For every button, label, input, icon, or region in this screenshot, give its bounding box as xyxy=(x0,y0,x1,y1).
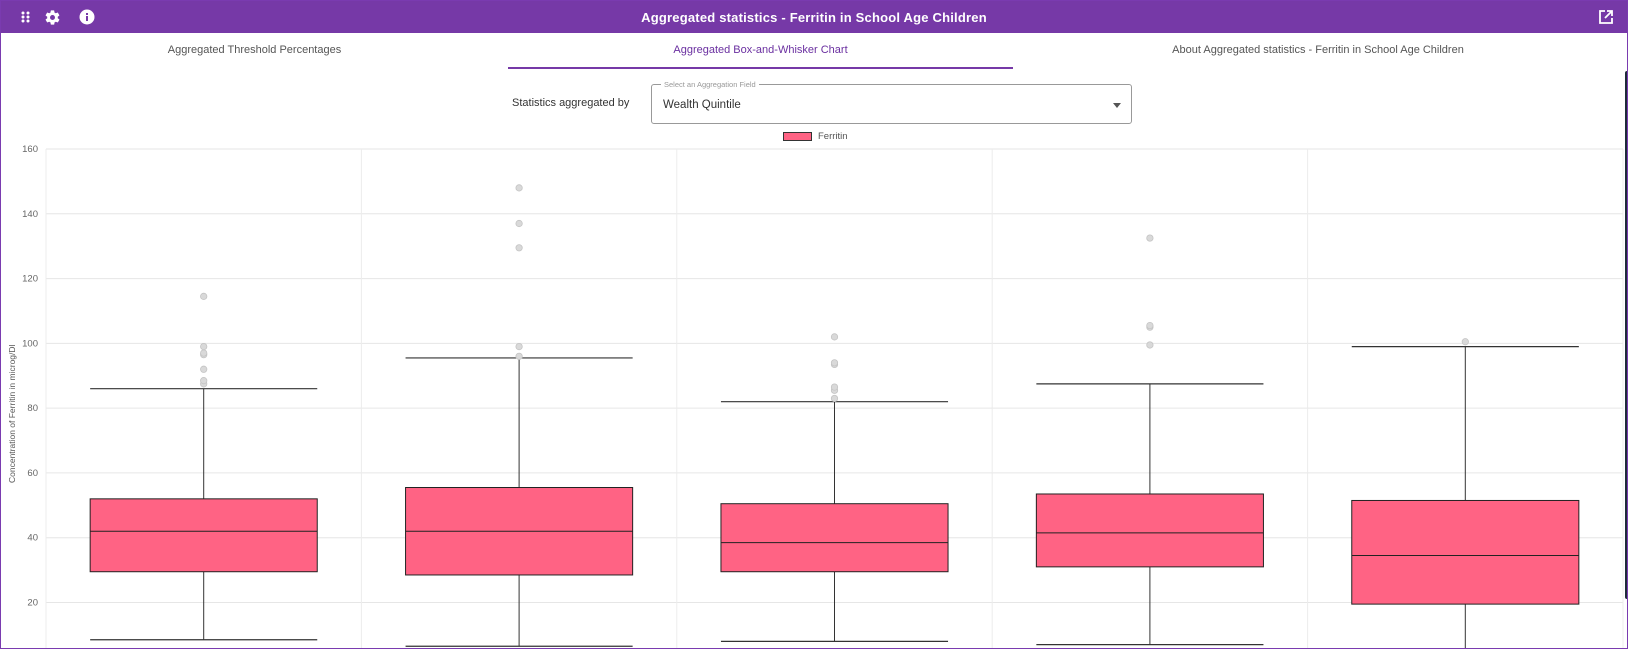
select-value: Wealth Quintile xyxy=(663,99,741,111)
outlier-point xyxy=(515,184,523,192)
outlier-point xyxy=(830,386,839,394)
y-tick-label: 20 xyxy=(27,598,38,609)
outlier-point xyxy=(1146,323,1154,331)
window-title: Aggregated statistics - Ferritin in Scho… xyxy=(641,10,987,25)
app-window: Aggregated statistics - Ferritin in Scho… xyxy=(0,0,1628,649)
outlier-point xyxy=(515,342,523,351)
outlier-point xyxy=(515,244,523,252)
y-tick-label: 120 xyxy=(22,274,38,285)
box-iqr xyxy=(405,487,634,576)
open-in-new-icon[interactable] xyxy=(1598,9,1614,25)
tab-box-whisker-chart[interactable]: Aggregated Box-and-Whisker Chart xyxy=(508,33,1013,69)
y-tick-label: 100 xyxy=(22,338,38,349)
outlier-point xyxy=(200,342,208,351)
outlier-point xyxy=(200,292,208,300)
tab-threshold-percentages[interactable]: Aggregated Threshold Percentages xyxy=(1,33,508,69)
tab-bar: Aggregated Threshold Percentages Aggrega… xyxy=(1,33,1627,69)
box-iqr xyxy=(720,503,949,573)
outlier-point xyxy=(200,349,208,357)
title-bar: Aggregated statistics - Ferritin in Scho… xyxy=(1,1,1627,33)
y-tick-label: 160 xyxy=(22,144,38,155)
outlier-point xyxy=(200,365,208,373)
box-iqr xyxy=(1351,499,1580,605)
outlier-point xyxy=(830,394,839,403)
outlier-point xyxy=(830,360,839,369)
outlier-point xyxy=(200,377,208,385)
y-tick-label: 80 xyxy=(27,403,38,414)
y-axis-label: Concentration of Ferritin in microg/Dl xyxy=(7,344,17,483)
outlier-point xyxy=(1146,234,1154,242)
aggregation-field-select[interactable]: Select an Aggregation Field Wealth Quint… xyxy=(651,79,1132,124)
tab-about[interactable]: About Aggregated statistics - Ferritin i… xyxy=(1013,33,1623,69)
aggregation-label: Statistics aggregated by xyxy=(512,97,630,109)
outlier-point xyxy=(515,219,523,228)
vertical-scrollbar[interactable] xyxy=(1625,71,1627,599)
box-iqr xyxy=(89,498,318,573)
select-legend: Select an Aggregation Field xyxy=(661,79,759,90)
active-tab-indicator xyxy=(508,67,1013,69)
outlier-point xyxy=(830,359,839,367)
outlier-point xyxy=(515,352,523,360)
legend-swatch xyxy=(783,132,812,141)
y-tick-label: 140 xyxy=(22,209,38,220)
chevron-down-icon xyxy=(1113,103,1121,108)
y-tick-label: 40 xyxy=(27,533,38,544)
outlier-point xyxy=(830,333,839,341)
outlier-point xyxy=(1461,338,1469,346)
outlier-point xyxy=(1146,341,1154,349)
outlier-point xyxy=(830,383,839,391)
y-tick-label: 60 xyxy=(27,468,38,479)
outlier-point xyxy=(200,380,208,388)
outlier-point xyxy=(1146,321,1154,330)
legend-label: Ferritin xyxy=(818,131,848,142)
box-iqr xyxy=(1035,493,1264,568)
outlier-point xyxy=(200,351,208,359)
